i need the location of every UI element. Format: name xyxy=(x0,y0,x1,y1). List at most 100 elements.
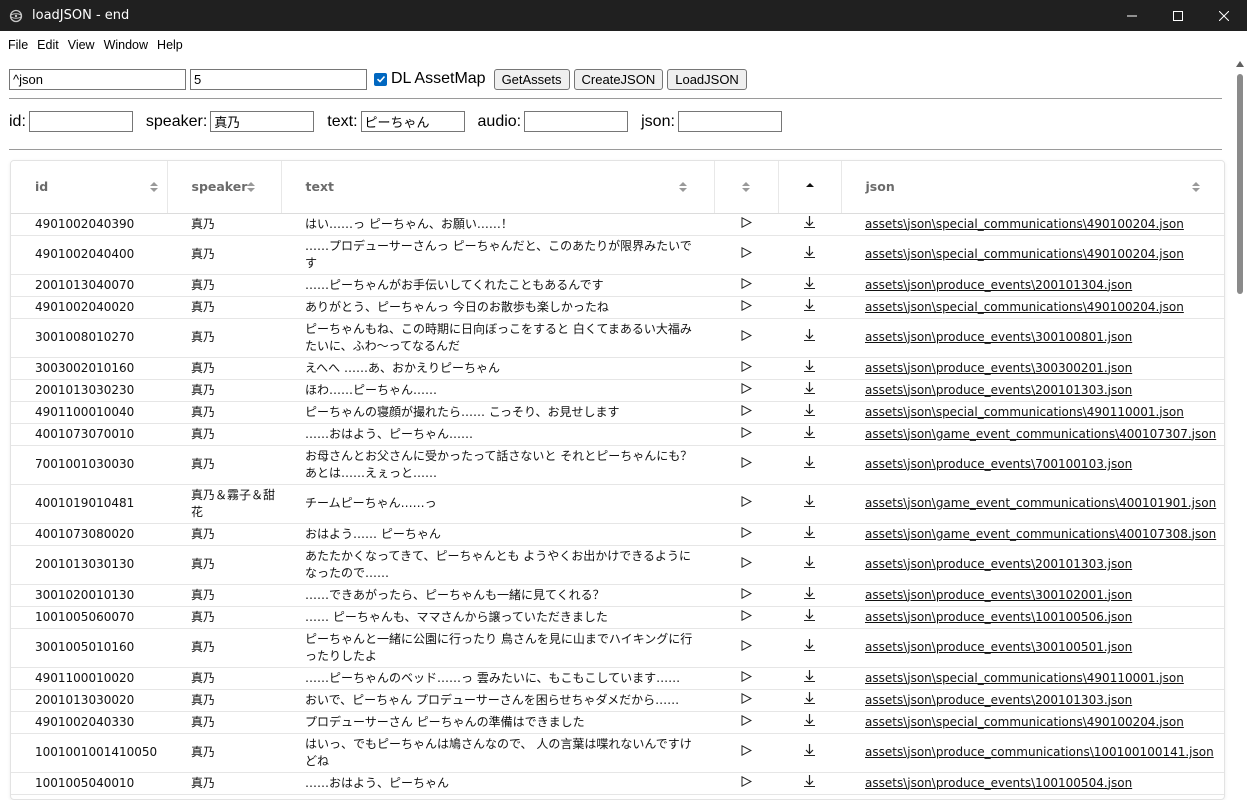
download-button[interactable] xyxy=(778,484,841,524)
json-link[interactable]: assets\json\special_communications\49010… xyxy=(865,217,1184,231)
download-button[interactable] xyxy=(778,379,841,402)
download-button[interactable] xyxy=(778,357,841,380)
play-button[interactable] xyxy=(714,401,778,424)
download-button[interactable] xyxy=(778,318,841,358)
table-row: 1001001001410050 真乃 はいっ、でもピーちゃんは鳩さんなので、 人の… xyxy=(11,733,1224,773)
json-link[interactable]: assets\json\produce_events\300100801.jso… xyxy=(865,330,1132,344)
cell-text: チームピーちゃん……っ xyxy=(281,484,714,524)
menu-edit[interactable]: Edit xyxy=(29,38,59,52)
play-button[interactable] xyxy=(714,628,778,668)
json-link[interactable]: assets\json\produce_events\300300201.jso… xyxy=(865,361,1132,375)
column-header-speaker[interactable]: speaker xyxy=(167,161,282,214)
json-link[interactable]: assets\json\special_communications\49010… xyxy=(865,715,1184,729)
cell-text: ……おはよう、ピーちゃん xyxy=(281,772,714,795)
table-row: 7001001030030 真乃 お母さんとお父さんに受かったって話さないと それと… xyxy=(11,445,1224,485)
load-json-button[interactable]: LoadJSON xyxy=(667,68,747,90)
cell-json: assets\json\produce_events\300100501.jso… xyxy=(841,628,1224,668)
json-link[interactable]: assets\json\game_event_communications\40… xyxy=(865,427,1216,441)
maximize-button[interactable] xyxy=(1155,0,1201,31)
play-button[interactable] xyxy=(714,379,778,402)
download-button[interactable] xyxy=(778,445,841,485)
download-button[interactable] xyxy=(778,606,841,629)
audio-filter-input[interactable] xyxy=(524,111,629,132)
json-link[interactable]: assets\json\produce_events\100100506.jso… xyxy=(865,610,1132,624)
play-button[interactable] xyxy=(714,772,778,795)
download-button[interactable] xyxy=(778,423,841,446)
json-link[interactable]: assets\json\game_event_communications\40… xyxy=(865,527,1216,541)
cell-text: …… ピーちゃんも、ママさんから譲っていただきました xyxy=(281,606,714,629)
dl-assetmap-checkbox[interactable]: DL AssetMap xyxy=(374,70,486,88)
close-button[interactable] xyxy=(1201,0,1247,31)
play-button[interactable] xyxy=(714,689,778,712)
query-input[interactable] xyxy=(9,68,186,90)
json-link[interactable]: assets\json\produce_events\300100501.jso… xyxy=(865,640,1132,654)
play-button[interactable] xyxy=(714,545,778,585)
column-header-play[interactable] xyxy=(714,161,779,214)
scrollbar-thumb[interactable] xyxy=(1237,74,1243,294)
json-link[interactable]: assets\json\produce_events\200101303.jso… xyxy=(865,383,1132,397)
column-header-json[interactable]: json xyxy=(841,161,1224,214)
menu-window[interactable]: Window xyxy=(96,38,148,52)
play-button[interactable] xyxy=(714,357,778,380)
create-json-button[interactable]: CreateJSON xyxy=(573,68,664,90)
download-button[interactable] xyxy=(778,545,841,585)
json-link[interactable]: assets\json\produce_events\200101304.jso… xyxy=(865,278,1132,292)
json-link[interactable]: assets\json\produce_communications\10010… xyxy=(865,745,1214,759)
download-button[interactable] xyxy=(778,711,841,734)
download-button[interactable] xyxy=(778,296,841,319)
download-button[interactable] xyxy=(778,235,841,275)
json-link[interactable]: assets\json\special_communications\49010… xyxy=(865,247,1184,261)
play-button[interactable] xyxy=(714,296,778,319)
json-link[interactable]: assets\json\game_event_communications\40… xyxy=(865,496,1216,510)
play-button[interactable] xyxy=(714,733,778,773)
limit-input[interactable] xyxy=(190,68,367,90)
download-button[interactable] xyxy=(778,274,841,297)
play-button[interactable] xyxy=(714,235,778,275)
speaker-filter-input[interactable] xyxy=(210,111,315,132)
download-button[interactable] xyxy=(778,213,841,236)
play-button[interactable] xyxy=(714,711,778,734)
minimize-button[interactable] xyxy=(1109,0,1155,31)
download-button[interactable] xyxy=(778,689,841,712)
column-header-id[interactable]: id xyxy=(11,161,168,214)
vertical-scrollbar[interactable] xyxy=(1233,58,1247,800)
cell-speaker: 真乃 xyxy=(167,401,281,424)
play-button[interactable] xyxy=(714,584,778,607)
play-button[interactable] xyxy=(714,213,778,236)
id-filter-input[interactable] xyxy=(28,111,133,132)
play-button[interactable] xyxy=(714,274,778,297)
download-button[interactable] xyxy=(778,401,841,424)
scroll-up-icon[interactable] xyxy=(1236,61,1244,67)
cell-speaker: 真乃＆霧子＆甜花 xyxy=(167,484,281,524)
menu-help[interactable]: Help xyxy=(149,38,183,52)
column-header-download[interactable] xyxy=(778,161,842,214)
download-button[interactable] xyxy=(778,628,841,668)
play-button[interactable] xyxy=(714,667,778,690)
menu-file[interactable]: File xyxy=(0,38,28,52)
json-link[interactable]: assets\json\produce_events\200101303.jso… xyxy=(865,693,1132,707)
json-link[interactable]: assets\json\produce_events\200101303.jso… xyxy=(865,557,1132,571)
json-link[interactable]: assets\json\special_communications\49011… xyxy=(865,671,1184,685)
get-assets-button[interactable]: GetAssets xyxy=(493,68,570,90)
play-button[interactable] xyxy=(714,445,778,485)
download-button[interactable] xyxy=(778,667,841,690)
play-button[interactable] xyxy=(714,523,778,546)
download-icon xyxy=(804,639,815,651)
download-button[interactable] xyxy=(778,584,841,607)
play-button[interactable] xyxy=(714,423,778,446)
download-button[interactable] xyxy=(778,523,841,546)
column-header-text[interactable]: text xyxy=(281,161,715,214)
json-link[interactable]: assets\json\produce_events\100100504.jso… xyxy=(865,776,1132,790)
play-button[interactable] xyxy=(714,484,778,524)
json-filter-input[interactable] xyxy=(677,111,782,132)
play-button[interactable] xyxy=(714,318,778,358)
menu-view[interactable]: View xyxy=(60,38,95,52)
json-link[interactable]: assets\json\special_communications\49011… xyxy=(865,405,1184,419)
play-button[interactable] xyxy=(714,606,778,629)
text-filter-input[interactable] xyxy=(360,111,465,132)
json-link[interactable]: assets\json\produce_events\700100103.jso… xyxy=(865,457,1132,471)
json-link[interactable]: assets\json\special_communications\49010… xyxy=(865,300,1184,314)
download-button[interactable] xyxy=(778,733,841,773)
json-link[interactable]: assets\json\produce_events\300102001.jso… xyxy=(865,588,1132,602)
download-button[interactable] xyxy=(778,772,841,795)
